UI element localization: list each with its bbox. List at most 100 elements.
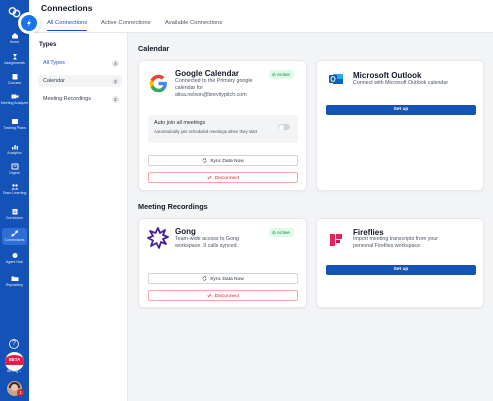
autojoin-description: Automatically join scheduled meetings wh… xyxy=(154,129,258,134)
check-circle-icon: ⊘ xyxy=(272,230,276,235)
folder-icon xyxy=(11,276,18,281)
sidebar-item-connections[interactable]: Connections xyxy=(2,228,27,245)
outlook-logo-icon xyxy=(329,74,343,84)
sidebar-item-label: Training Plans xyxy=(3,126,26,130)
notification-badge: 1 xyxy=(17,389,24,396)
sidebar-item-meeting-analyzer[interactable]: Meeting Analyzer xyxy=(0,93,29,105)
card-desc-line: Team-wide access to Gong xyxy=(175,236,239,242)
card-description: Connect with Microsoft Outlook calendar xyxy=(353,80,449,86)
assistant-bubble[interactable] xyxy=(18,12,40,34)
training-icon xyxy=(11,119,18,124)
beta-badge: BETA xyxy=(5,355,24,365)
type-count: 2 xyxy=(112,95,119,103)
sidebar-item-curriculum[interactable]: Curriculum xyxy=(0,208,29,220)
disconnect-button-label: Disconnect xyxy=(214,294,240,299)
digest-icon xyxy=(11,163,18,170)
gong-logo-icon xyxy=(147,227,169,249)
type-calendar[interactable]: Calendar 2 xyxy=(38,75,122,87)
google-logo-icon xyxy=(149,74,167,93)
setup-button[interactable]: Set up xyxy=(326,105,476,115)
card-description: Import meeting transcripts from your per… xyxy=(353,236,473,250)
help-icon[interactable]: ? xyxy=(9,339,19,349)
sidebar-item-repository[interactable]: Repository xyxy=(0,275,29,287)
type-count: 4 xyxy=(112,59,119,67)
sidebar: Home Assignments Courses Meeting Analyze… xyxy=(0,0,29,401)
check-circle-icon: ⊘ xyxy=(272,72,276,77)
refresh-icon xyxy=(202,158,207,163)
type-label: All Types xyxy=(43,60,65,66)
analytics-icon xyxy=(11,145,18,150)
fireflies-card: Fireflies Import meeting transcripts fro… xyxy=(316,218,484,308)
fireflies-logo-icon xyxy=(330,234,342,246)
type-label: Meeting Recordings xyxy=(43,96,91,102)
autojoin-toggle[interactable] xyxy=(278,124,290,130)
card-description: Connected to the Primary google calendar… xyxy=(175,78,265,99)
microsoft-outlook-card: Microsoft Outlook Connect with Microsoft… xyxy=(316,60,484,191)
sidebar-item-label: Repository xyxy=(5,283,24,287)
types-title: Types xyxy=(39,41,57,48)
sidebar-item-courses[interactable]: Courses xyxy=(0,73,29,85)
sidebar-item-label: Home xyxy=(9,40,20,44)
sidebar-item-label: Courses xyxy=(7,81,22,85)
curriculum-icon xyxy=(12,209,17,215)
assignments-icon xyxy=(12,54,17,60)
card-desc-line: workspace. 9 calls synced. xyxy=(175,243,239,249)
disconnect-button[interactable]: Disconnect xyxy=(148,172,298,183)
sidebar-item-label: Curriculum xyxy=(5,216,24,220)
connections-icon xyxy=(10,230,18,237)
assistant-icon xyxy=(21,15,37,31)
sidebar-item-digest[interactable]: Digest xyxy=(0,163,29,175)
sidebar-item-label: Team Learning xyxy=(2,191,27,195)
agent-icon xyxy=(12,253,17,258)
type-label: Calendar xyxy=(43,78,65,84)
sync-button-label: Sync Data Now xyxy=(210,277,244,282)
sidebar-item-assignments[interactable]: Assignments xyxy=(0,53,29,65)
type-count: 2 xyxy=(112,77,119,85)
page-title: Connections xyxy=(41,3,93,13)
page-header: Connections All Connections Active Conne… xyxy=(29,0,493,33)
sidebar-item-agent-hub[interactable]: Agent Hub xyxy=(0,252,29,264)
sidebar-item-analytics[interactable]: Analytics xyxy=(0,143,29,155)
sidebar-item-home[interactable]: Home xyxy=(0,32,29,44)
card-desc-line: personal Fireflies workspace xyxy=(353,243,421,249)
status-badge-label: Active xyxy=(276,73,290,78)
sync-data-button[interactable]: Sync Data Now xyxy=(148,273,298,284)
refresh-icon xyxy=(202,276,207,281)
card-title: Google Calendar xyxy=(175,69,240,78)
disconnect-button[interactable]: Disconnect xyxy=(148,290,298,301)
sidebar-item-training-plans[interactable]: Training Plans xyxy=(0,118,29,130)
section-title-meeting-recordings: Meeting Recordings xyxy=(138,202,208,211)
types-panel: Types All Types 4 Calendar 2 Meeting Rec… xyxy=(29,33,128,401)
card-title: Microsoft Outlook xyxy=(353,71,422,80)
unlink-icon xyxy=(207,293,212,298)
courses-icon xyxy=(12,74,17,80)
team-icon xyxy=(11,184,18,190)
sidebar-item-label: Digest xyxy=(9,171,20,175)
tab-active-connections[interactable]: Active Connections xyxy=(101,20,151,30)
card-title: Gong xyxy=(175,227,196,236)
card-desc-line: Import meeting transcripts from your xyxy=(353,236,439,242)
status-badge: ⊘ Active xyxy=(269,70,294,79)
sidebar-item-team-learning[interactable]: Team Learning xyxy=(0,183,29,195)
tab-available-connections[interactable]: Available Connections xyxy=(165,20,222,30)
sync-button-label: Sync Data Now xyxy=(210,159,244,164)
status-badge-label: Active xyxy=(276,231,290,236)
card-desc-line: alisa.nelson@brevitypitch.com xyxy=(175,92,247,98)
card-desc-line: Connected to the Primary google xyxy=(175,78,253,84)
card-description: Team-wide access to Gong workspace. 9 ca… xyxy=(175,236,275,250)
type-all-types[interactable]: All Types 4 xyxy=(38,57,122,69)
gong-card: Gong ⊘ Active Team-wide access to Gong w… xyxy=(138,218,307,308)
setup-button[interactable]: Set up xyxy=(326,265,476,275)
sync-data-button[interactable]: Sync Data Now xyxy=(148,155,298,166)
unlink-icon xyxy=(207,175,212,180)
type-meeting-recordings[interactable]: Meeting Recordings 2 xyxy=(38,93,122,105)
autojoin-setting: Auto join all meetings Automatically joi… xyxy=(148,115,298,143)
tab-all-connections[interactable]: All Connections xyxy=(47,20,88,31)
video-icon xyxy=(11,94,18,99)
sidebar-item-label: Meeting Analyzer xyxy=(0,101,29,105)
sidebar-item-label: Connections xyxy=(4,238,25,242)
home-icon xyxy=(11,33,18,39)
sidebar-item-label: Assignments xyxy=(4,61,25,65)
autojoin-title: Auto join all meetings xyxy=(154,120,206,126)
org-label[interactable]: All Org ⌄ xyxy=(0,369,29,373)
